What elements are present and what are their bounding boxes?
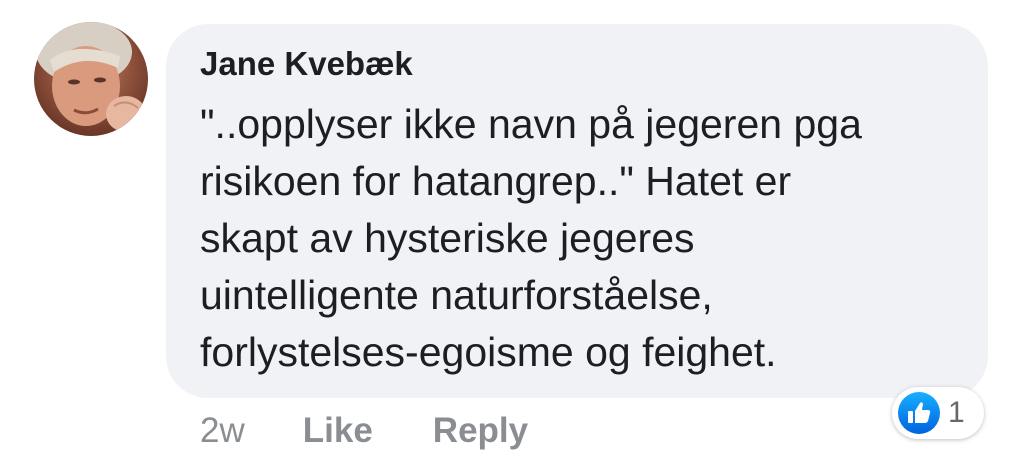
thumbs-up-icon bbox=[898, 392, 940, 434]
author-name[interactable]: Jane Kvebæk bbox=[200, 44, 958, 84]
comment-text-line: skapt av hysteriske jegeres bbox=[200, 215, 695, 261]
comment-text-line: forlystelses-egoisme og feighet. bbox=[200, 329, 777, 375]
comment-text-line: risikoen for hatangrep.." Hatet er bbox=[200, 158, 792, 204]
comment-text-line: uintelligente naturforståelse, bbox=[200, 272, 713, 318]
comment-text: "..opplyser ikke navn på jegeren pga ris… bbox=[200, 96, 958, 381]
reply-button[interactable]: Reply bbox=[433, 411, 528, 451]
comment-bubble: Jane Kvebæk "..opplyser ikke navn på jeg… bbox=[166, 24, 988, 398]
like-button[interactable]: Like bbox=[303, 411, 373, 451]
reaction-summary[interactable]: 1 bbox=[892, 387, 984, 439]
comment-actions: 2w Like Reply bbox=[200, 406, 588, 456]
comment-text-line: "..opplyser ikke navn på jegeren pga bbox=[200, 101, 862, 147]
timestamp[interactable]: 2w bbox=[200, 411, 245, 451]
comment-container: Jane Kvebæk "..opplyser ikke navn på jeg… bbox=[0, 0, 1024, 471]
reaction-count: 1 bbox=[948, 396, 965, 429]
avatar[interactable] bbox=[34, 22, 148, 136]
